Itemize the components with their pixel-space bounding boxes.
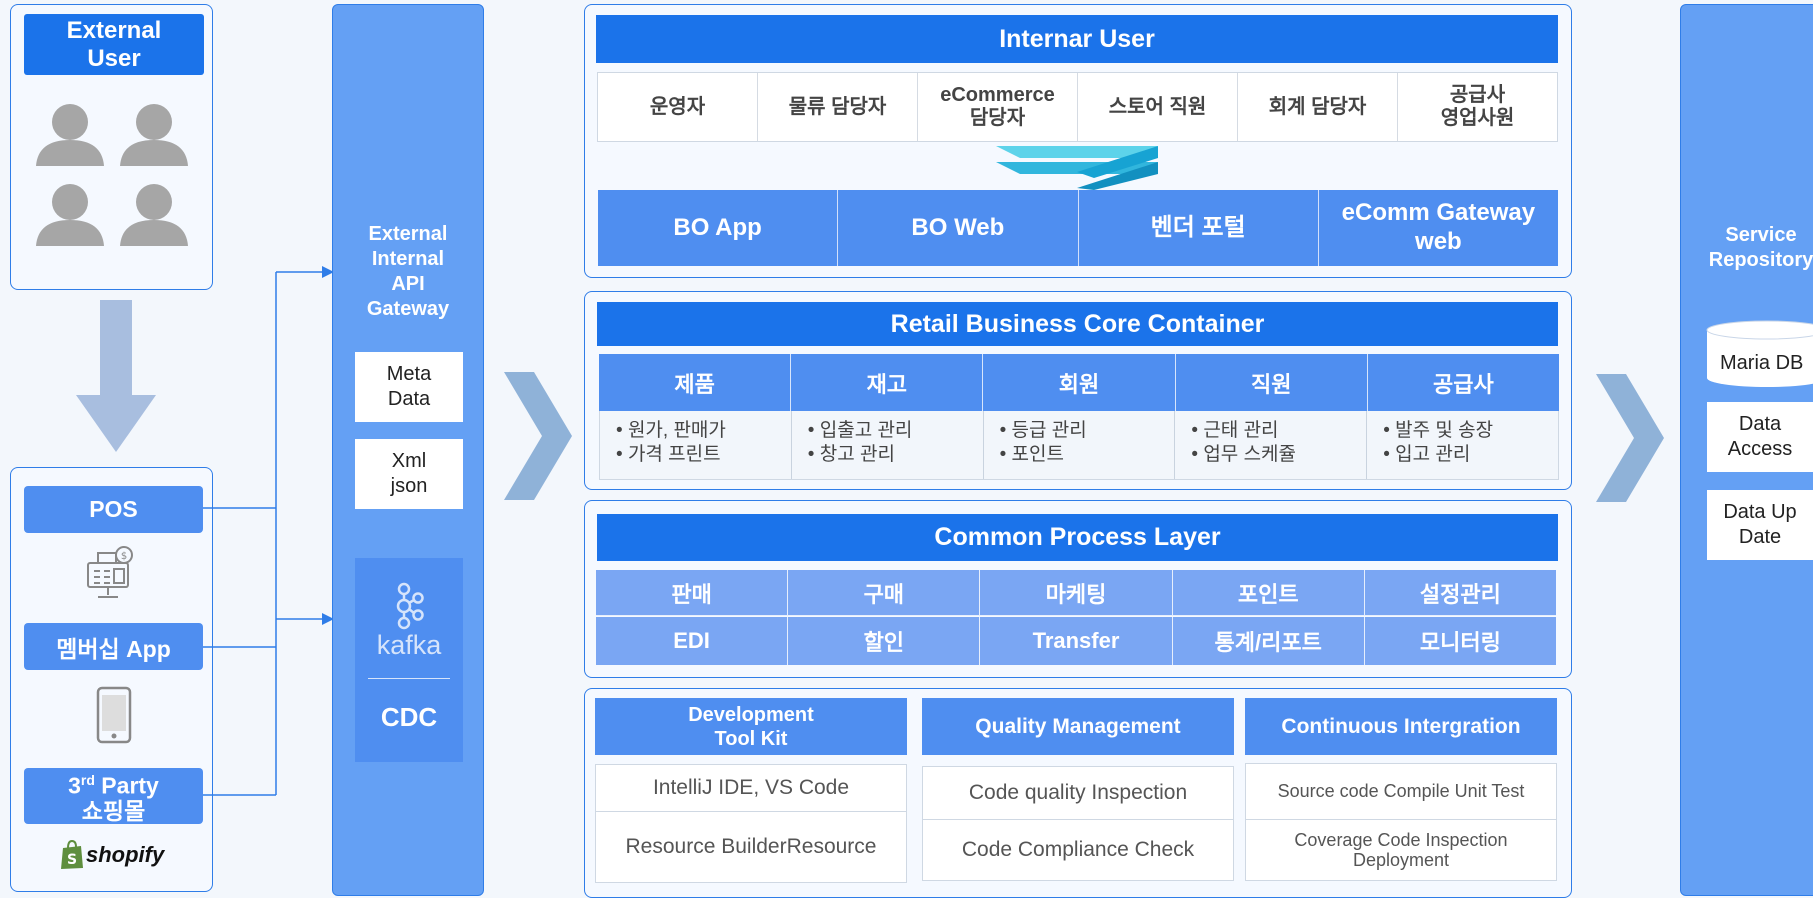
kafka-icon	[396, 582, 424, 630]
core-header-employee: 직원	[1175, 354, 1368, 411]
cdc-label: CDC	[380, 701, 438, 732]
core-container-title: Retail Business Core Container	[597, 302, 1558, 346]
service-repository-title: Service Repository	[1708, 224, 1813, 271]
process-marketing: 마케팅	[980, 570, 1173, 615]
role-operator: 운영자	[598, 73, 758, 141]
internal-user-title: Internar User	[596, 15, 1558, 63]
list-item: 발주 및 송장	[1383, 419, 1558, 443]
list-item: 근태 관리	[1191, 419, 1366, 443]
layers-icon	[996, 146, 1158, 190]
devtools-ci-item-2: Coverage Code Inspection Deployment	[1245, 819, 1557, 881]
list-item: 원가, 판매가	[616, 419, 791, 443]
list-item: 가격 프린트	[616, 443, 791, 467]
devtools-header-toolkit: Development Tool Kit	[595, 698, 907, 755]
devtools-header-quality: Quality Management	[922, 698, 1234, 755]
core-items-employee: 근태 관리 업무 스케쥴	[1175, 411, 1368, 479]
role-accounting: 회계 담당자	[1238, 73, 1398, 141]
list-item: 포인트	[1000, 443, 1175, 467]
process-transfer: Transfer	[980, 617, 1173, 665]
channel-connectors	[203, 266, 334, 796]
back-office-apps-row: BO App BO Web 벤더 포털 eComm Gateway web	[598, 190, 1558, 266]
process-discount: 할인	[788, 617, 981, 665]
core-items-product: 원가, 판매가 가격 프린트	[600, 411, 792, 479]
core-header-product: 제품	[599, 354, 792, 411]
bo-app[interactable]: BO App	[598, 190, 839, 266]
api-gateway-title: External Internal API Gateway	[366, 223, 450, 320]
process-report: 통계/리포트	[1173, 617, 1365, 665]
core-items-row: 원가, 판매가 가격 프린트 입출고 관리 창고 관리 등급 관리 포인트 근태…	[599, 411, 1559, 480]
list-item: 등급 관리	[1000, 419, 1175, 443]
role-store-staff: 스토어 직원	[1078, 73, 1238, 141]
core-header-inventory: 재고	[791, 354, 984, 411]
role-ecommerce: eCommerce 담당자	[918, 73, 1078, 141]
process-monitoring: 모니터링	[1419, 630, 1501, 655]
meta-data-box: Meta Data	[355, 352, 463, 422]
bo-web[interactable]: BO Web	[838, 190, 1079, 266]
data-access-box: Data Access	[1707, 402, 1813, 472]
process-layer-title: Common Process Layer	[597, 514, 1558, 561]
process-point: 포인트	[1173, 570, 1365, 615]
role-logistics: 물류 담당자	[758, 73, 918, 141]
process-edi: EDI	[596, 617, 789, 665]
kafka-divider	[368, 678, 450, 679]
devtools-ci-item-1: Source code Compile Unit Test	[1245, 763, 1557, 820]
devtools-toolkit-item-1: IntelliJ IDE, VS Code	[595, 764, 907, 812]
process-sales: 판매	[596, 570, 789, 615]
devtools-toolkit-item-2: Resource BuilderResource	[595, 811, 907, 883]
list-item: 창고 관리	[808, 443, 983, 467]
chevron-right-icon-2	[1596, 374, 1664, 502]
core-header-supplier: 공급사	[1367, 354, 1560, 411]
core-header-member: 회원	[983, 354, 1176, 411]
core-items-member: 등급 관리 포인트	[984, 411, 1176, 479]
core-items-supplier: 발주 및 송장 입고 관리	[1367, 411, 1558, 479]
data-update-box: Data Up Date	[1707, 490, 1813, 560]
devtools-quality-item-2: Code Compliance Check	[922, 819, 1234, 881]
maria-db-label: Maria DB	[1720, 351, 1804, 374]
vendor-portal[interactable]: 벤더 포털	[1079, 190, 1319, 266]
list-item: 입고 관리	[1383, 443, 1558, 467]
process-row-2: EDI 할인 Transfer 통계/리포트 모니터링	[596, 617, 1556, 665]
list-item: 입출고 관리	[808, 419, 983, 443]
ecomm-gateway-web[interactable]: eComm Gateway web	[1319, 190, 1558, 266]
list-item: 업무 스케쥴	[1191, 443, 1366, 467]
process-settings: 설정관리	[1419, 581, 1501, 607]
core-header-row: 제품 재고 회원 직원 공급사	[599, 354, 1560, 411]
process-row-1: 판매 구매 마케팅 포인트 설정관리	[596, 570, 1556, 616]
devtools-quality-item-1: Code quality Inspection	[922, 766, 1234, 820]
kafka-label: kafka	[376, 629, 442, 660]
core-items-inventory: 입출고 관리 창고 관리	[792, 411, 984, 479]
chevron-right-icon	[504, 372, 572, 500]
devtools-header-ci: Continuous Intergration	[1245, 698, 1557, 755]
user-roles-row: 운영자 물류 담당자 eCommerce 담당자 스토어 직원 회계 담당자 공…	[597, 72, 1558, 142]
xml-json-box: Xml json	[355, 439, 463, 509]
process-purchase: 구매	[788, 570, 981, 615]
role-vendor-sales: 공급사 영업사원	[1440, 84, 1515, 129]
